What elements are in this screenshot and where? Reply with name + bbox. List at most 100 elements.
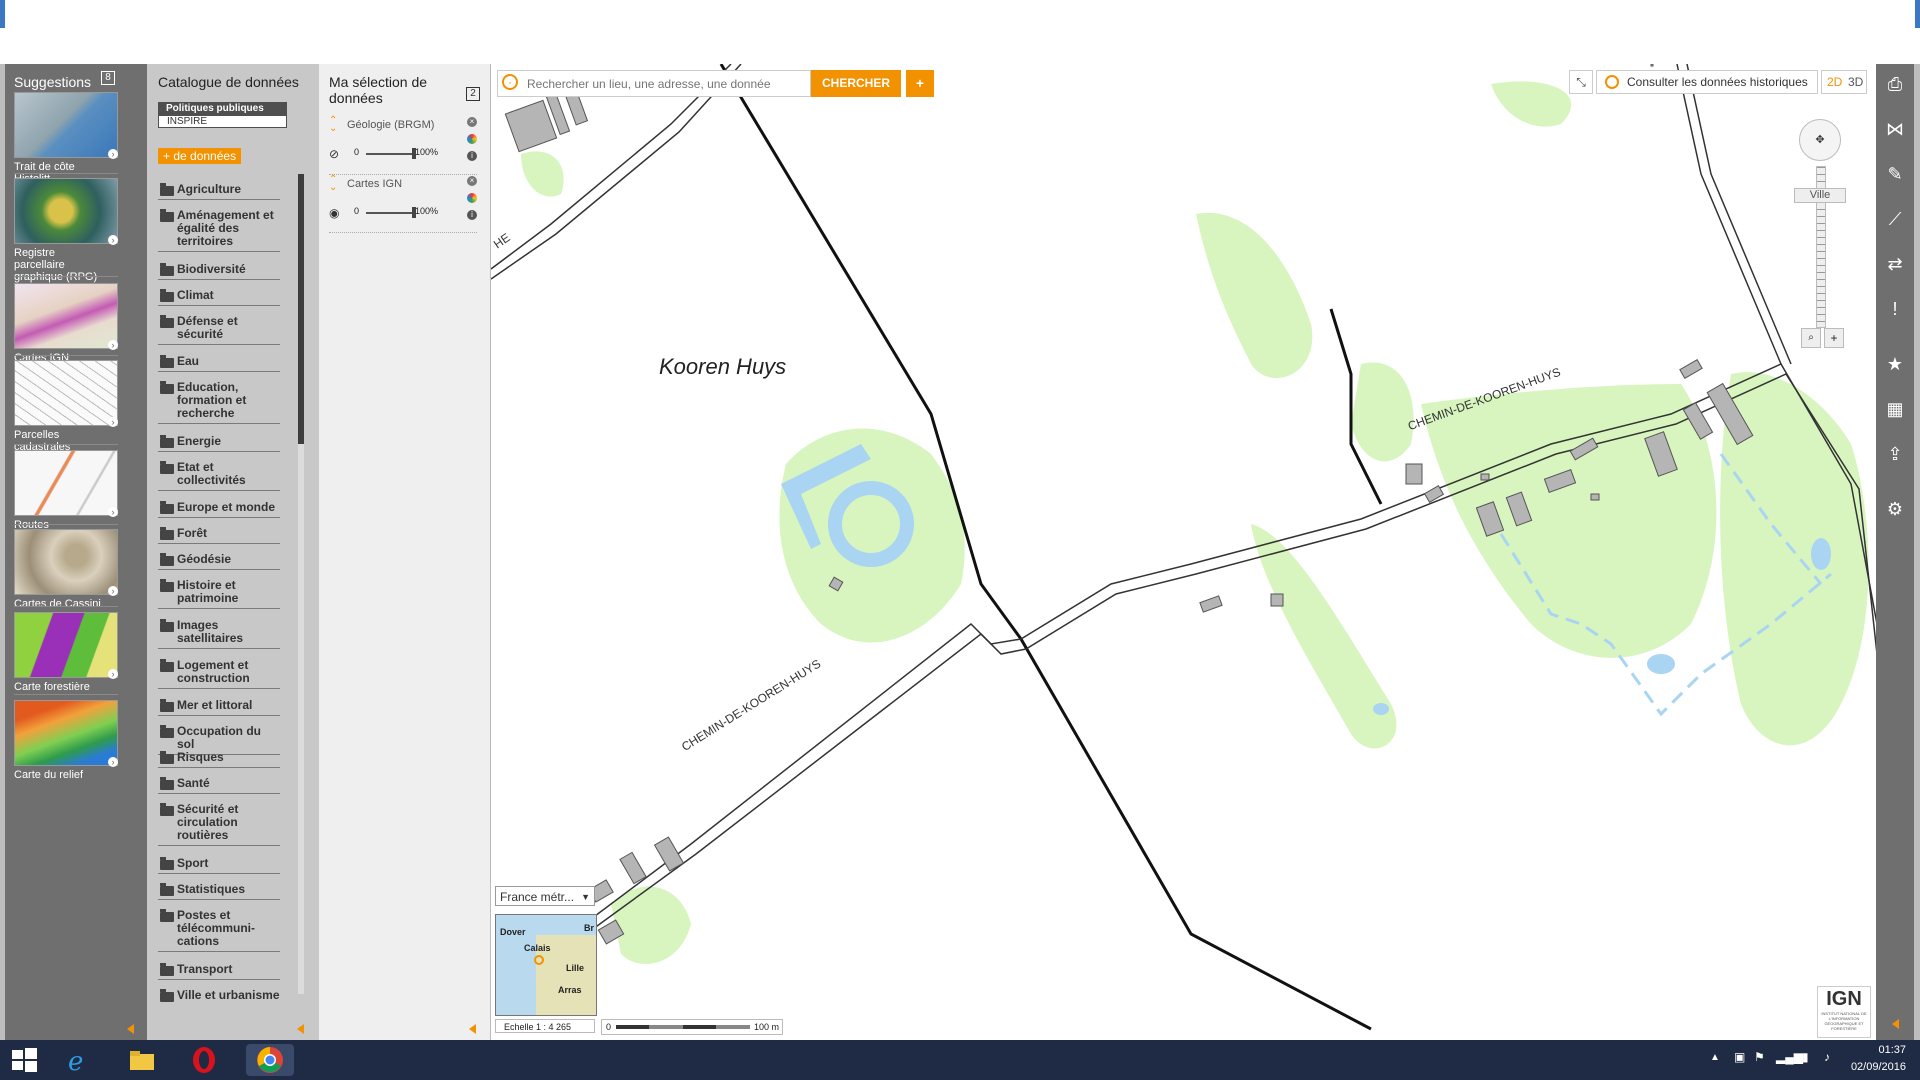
pan-control-icon[interactable]: ✥ bbox=[1799, 119, 1841, 161]
category-risques[interactable]: Risques bbox=[158, 751, 280, 768]
mode-3d-button[interactable]: 3D bbox=[1848, 71, 1863, 93]
suggestion-thumbnail[interactable] bbox=[14, 529, 118, 595]
category-mer[interactable]: Mer et littoral bbox=[158, 699, 280, 716]
search-button[interactable]: CHERCHER bbox=[811, 70, 901, 97]
windows-start-icon[interactable] bbox=[8, 1044, 40, 1076]
category-education[interactable]: Education, formation et recherche bbox=[158, 381, 280, 424]
catalogue-scrollbar[interactable] bbox=[298, 174, 304, 994]
category-transport[interactable]: Transport bbox=[158, 963, 280, 980]
category-climat[interactable]: Climat bbox=[158, 289, 280, 306]
alert-icon[interactable]: ! bbox=[1885, 299, 1905, 319]
suggestion-item-cartes-ign[interactable]: Cartes IGN › bbox=[14, 283, 118, 364]
category-logement[interactable]: Logement et construction bbox=[158, 659, 280, 689]
suggestion-item-routes[interactable]: Routes › bbox=[14, 450, 118, 531]
map-icon[interactable]: ▦ bbox=[1885, 399, 1905, 419]
settings-icon[interactable]: ⚙ bbox=[1885, 499, 1905, 519]
collapse-panel-icon[interactable] bbox=[1892, 1019, 1899, 1029]
flag-icon[interactable]: ⚑ bbox=[1754, 1050, 1765, 1064]
category-images[interactable]: Images satellitaires bbox=[158, 619, 280, 649]
opacity-slider[interactable] bbox=[366, 212, 414, 214]
internet-explorer-icon[interactable]: e bbox=[62, 1044, 94, 1077]
chevron-right-icon[interactable]: › bbox=[108, 340, 118, 350]
upload-icon[interactable]: ⇪ bbox=[1885, 444, 1905, 464]
volume-icon[interactable]: ♪ bbox=[1824, 1050, 1830, 1064]
chevron-right-icon[interactable]: › bbox=[108, 149, 118, 159]
opacity-slider[interactable] bbox=[366, 153, 414, 155]
star-icon[interactable]: ★ bbox=[1885, 354, 1905, 374]
category-histoire[interactable]: Histoire et patrimoine bbox=[158, 579, 280, 609]
tab-inspire[interactable]: INSPIRE bbox=[158, 115, 287, 128]
reorder-arrows-icon[interactable]: ⌃ ⌄ bbox=[329, 116, 337, 134]
chevron-right-icon[interactable]: › bbox=[108, 507, 118, 517]
mode-2d-button[interactable]: 2D bbox=[1827, 71, 1842, 93]
category-biodiversite[interactable]: Biodiversité bbox=[158, 263, 280, 280]
chevron-right-icon[interactable]: › bbox=[108, 417, 118, 427]
chevron-right-icon[interactable]: › bbox=[108, 235, 118, 245]
eye-icon[interactable]: ◉ bbox=[329, 206, 345, 220]
clock-time[interactable]: 01:37 bbox=[1878, 1044, 1906, 1056]
color-palette-icon[interactable] bbox=[467, 193, 477, 203]
collapse-panel-icon[interactable] bbox=[127, 1024, 134, 1034]
suggestion-item-carte-relief[interactable]: Carte du relief › bbox=[14, 700, 118, 781]
map-canvas[interactable] bbox=[491, 64, 1877, 1040]
close-icon[interactable]: × bbox=[467, 176, 477, 186]
share-icon[interactable]: ⋈ bbox=[1885, 119, 1905, 139]
pencil-icon[interactable]: ✎ bbox=[1885, 164, 1905, 184]
suggestion-thumbnail[interactable] bbox=[14, 612, 118, 678]
suggestion-item-rpg[interactable]: Registre parcellaire graphique (RPG) 201… bbox=[14, 178, 118, 295]
category-agriculture[interactable]: Agriculture bbox=[158, 183, 280, 200]
collapse-panel-icon[interactable] bbox=[469, 1024, 476, 1034]
eye-hidden-icon[interactable]: ⊘ bbox=[329, 147, 345, 161]
scrollbar-thumb[interactable] bbox=[298, 174, 304, 444]
suggestion-thumbnail[interactable] bbox=[14, 360, 118, 426]
category-eau[interactable]: Eau bbox=[158, 355, 280, 372]
category-ville[interactable]: Ville et urbanisme bbox=[158, 989, 280, 1005]
color-palette-icon[interactable] bbox=[467, 134, 477, 144]
file-explorer-icon[interactable] bbox=[126, 1044, 158, 1076]
category-energie[interactable]: Energie bbox=[158, 435, 280, 452]
chevron-right-icon[interactable]: › bbox=[108, 757, 118, 767]
suggestion-thumbnail[interactable] bbox=[14, 178, 118, 244]
suggestion-thumbnail[interactable] bbox=[14, 283, 118, 349]
network-icon[interactable]: ▣ bbox=[1734, 1050, 1745, 1064]
signal-icon[interactable]: ▂▄▆ bbox=[1776, 1050, 1803, 1064]
search-input[interactable] bbox=[525, 73, 809, 94]
category-sante[interactable]: Santé bbox=[158, 777, 280, 794]
add-button[interactable]: + bbox=[906, 70, 934, 97]
zoom-center-icon[interactable]: + bbox=[1824, 328, 1844, 348]
clock-date[interactable]: 02/09/2016 bbox=[1851, 1061, 1906, 1073]
region-select[interactable]: France métr... ▼ bbox=[495, 886, 595, 906]
map-view[interactable]: Kooren Huys CHEMIN-DE-KOOREN-HUYS CHEMIN… bbox=[490, 64, 1877, 1040]
tray-expand-icon[interactable]: ▲ bbox=[1710, 1052, 1720, 1063]
suggestion-item-carte-forestiere[interactable]: Carte forestière › bbox=[14, 612, 118, 693]
suggestion-item-cassini[interactable]: Cartes de Cassini › bbox=[14, 529, 118, 610]
battery-icon[interactable]: ▮ bbox=[1802, 1050, 1809, 1064]
collapse-panel-icon[interactable] bbox=[297, 1024, 304, 1034]
suggestion-thumbnail[interactable] bbox=[14, 450, 118, 516]
suggestion-item-trait-de-cote[interactable]: Trait de côte Histolitt › bbox=[14, 92, 118, 185]
tab-politiques-publiques[interactable]: Politiques publiques bbox=[158, 102, 287, 115]
category-securite-routiere[interactable]: Sécurité et circulation routières bbox=[158, 803, 280, 846]
historical-data-button[interactable]: Consulter les données historiques bbox=[1596, 70, 1818, 94]
category-statistiques[interactable]: Statistiques bbox=[158, 883, 280, 900]
more-data-button[interactable]: + de données bbox=[158, 148, 242, 164]
category-europe[interactable]: Europe et monde bbox=[158, 501, 280, 518]
print-icon[interactable]: ⎙ bbox=[1885, 74, 1905, 94]
suggestion-thumbnail[interactable] bbox=[14, 700, 118, 766]
chevron-right-icon[interactable]: › bbox=[108, 669, 118, 679]
reorder-arrows-icon[interactable]: ⌃ ⌄ bbox=[329, 175, 337, 193]
category-etat[interactable]: Etat et collectivités bbox=[158, 461, 280, 491]
signpost-icon[interactable]: ⇄ bbox=[1885, 254, 1905, 274]
category-postes[interactable]: Postes et télécommuni-cations bbox=[158, 909, 280, 952]
suggestion-thumbnail[interactable] bbox=[14, 92, 118, 158]
zoom-search-icon[interactable]: ⌕ bbox=[1801, 328, 1821, 348]
category-defense[interactable]: Défense et sécurité bbox=[158, 315, 280, 345]
geolocate-icon[interactable]: · bbox=[502, 74, 518, 90]
chrome-icon[interactable] bbox=[246, 1044, 294, 1076]
close-icon[interactable]: × bbox=[467, 117, 477, 127]
category-foret[interactable]: Forêt bbox=[158, 527, 280, 544]
chevron-right-icon[interactable]: › bbox=[108, 586, 118, 596]
category-amenagement[interactable]: Aménagement et égalité des territoires bbox=[158, 209, 280, 252]
suggestion-item-parcelles[interactable]: Parcelles cadastrales › bbox=[14, 360, 118, 453]
category-geodesie[interactable]: Géodésie bbox=[158, 553, 280, 570]
